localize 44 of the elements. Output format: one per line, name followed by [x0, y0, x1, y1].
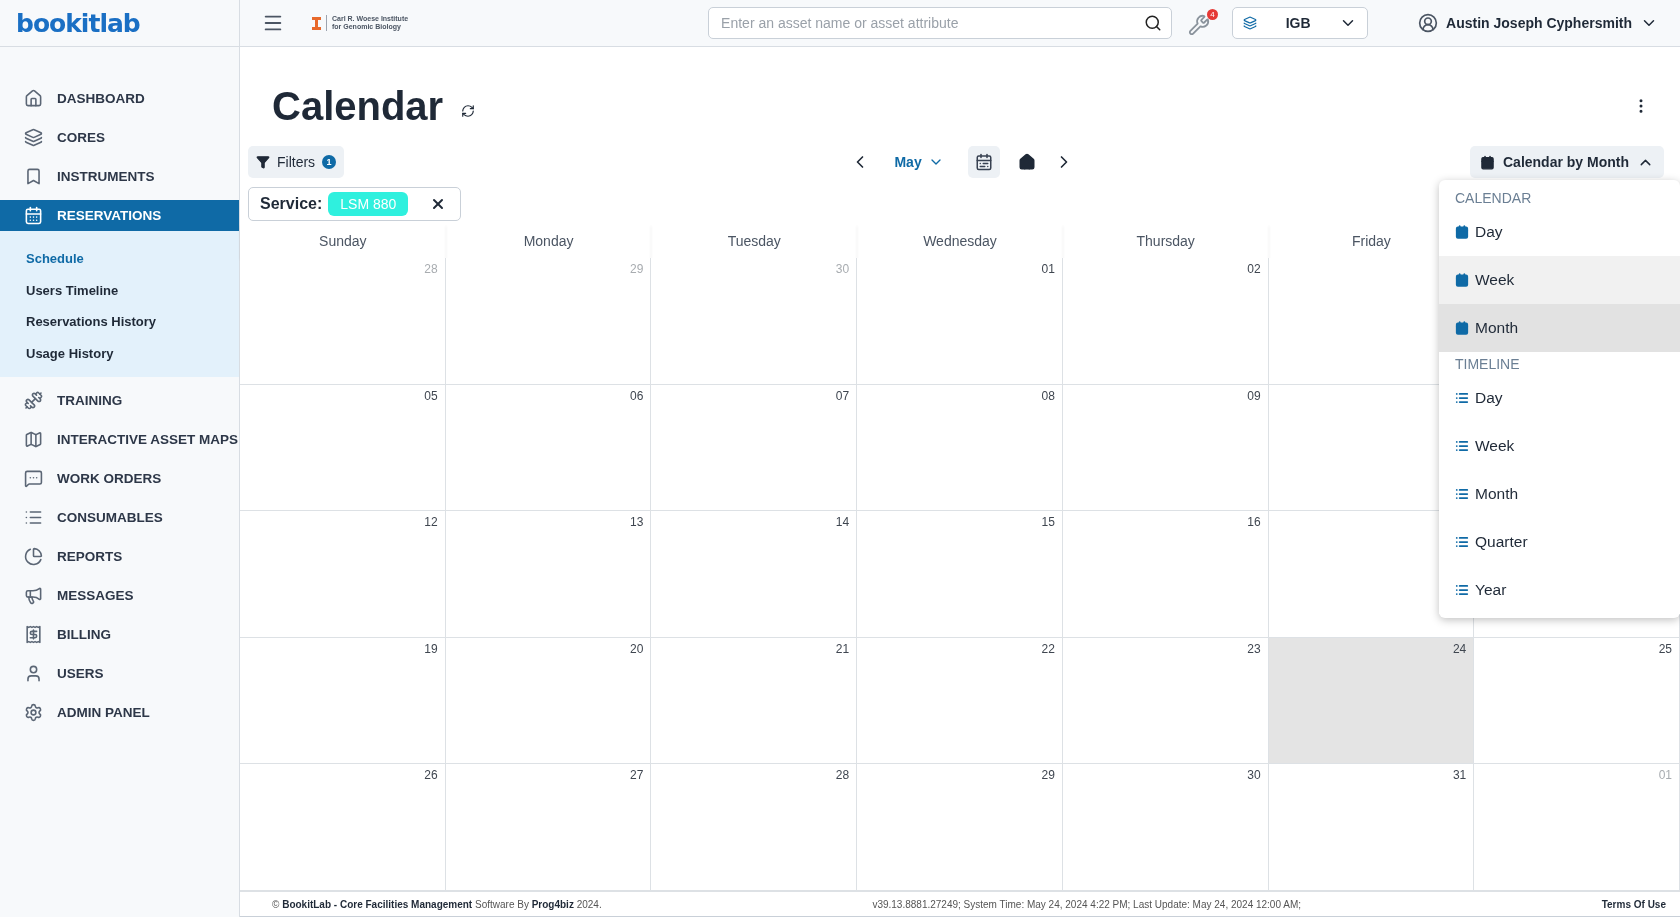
- day-number: 16: [1247, 515, 1261, 530]
- day-number: 24: [1452, 641, 1467, 656]
- version-text: v39.13.8881.27249; System Time: May 24, 2024 4:22 PM; Last Update: May 24, 2024 12:00 AM;: [872, 898, 1302, 910]
- day-number: 23: [1247, 641, 1261, 656]
- day-number: 08: [1041, 388, 1055, 403]
- day-number: 30: [1247, 768, 1261, 783]
- day-number: 07: [835, 388, 850, 403]
- day-number: 06: [630, 388, 644, 403]
- weekday-header: Wednesday: [857, 224, 1063, 258]
- day-number: 19: [424, 641, 438, 656]
- day-number: 22: [1041, 641, 1055, 656]
- day-number: 20: [630, 641, 644, 656]
- day-number: 13: [630, 515, 644, 530]
- menu-group-heading: CALENDAR: [1454, 189, 1533, 208]
- day-number: 31: [1452, 768, 1467, 783]
- notification-badge: 4: [1207, 9, 1219, 20]
- day-number: 29: [630, 262, 644, 276]
- day-number: 26: [424, 768, 438, 783]
- day-number: 29: [1041, 768, 1055, 783]
- day-number: 15: [1041, 515, 1055, 530]
- copyright-text: © BookitLab - Core Facilities Management Software By Prog4biz 2024.: [272, 898, 602, 910]
- day-number: 27: [630, 768, 644, 783]
- day-number: 30: [835, 262, 850, 276]
- day-number: 25: [1658, 641, 1672, 656]
- day-number: 28: [835, 768, 850, 783]
- weekday-header: Tuesday: [651, 224, 858, 258]
- page-title: Calendar: [272, 83, 444, 129]
- day-number: 28: [424, 262, 438, 276]
- weekday-header: Monday: [445, 224, 652, 258]
- day-number: 01: [1041, 262, 1055, 276]
- filter-label: Service:: [260, 195, 323, 213]
- menu-group-heading: TIMELINE: [1454, 355, 1521, 374]
- weekday-header: Thursday: [1062, 224, 1269, 258]
- weekday-header: Sunday: [240, 224, 446, 258]
- day-number: 14: [835, 515, 850, 530]
- filter-value: LSM 880: [328, 192, 409, 216]
- day-number: 21: [835, 641, 850, 656]
- filter-count: 1: [322, 155, 337, 169]
- day-number: 05: [424, 388, 438, 403]
- day-number: 12: [424, 515, 438, 530]
- day-number: 02: [1247, 262, 1261, 276]
- day-number: 01: [1658, 768, 1672, 783]
- bookitlab-logo: bookitlab: [16, 8, 140, 38]
- day-number: 09: [1247, 388, 1261, 403]
